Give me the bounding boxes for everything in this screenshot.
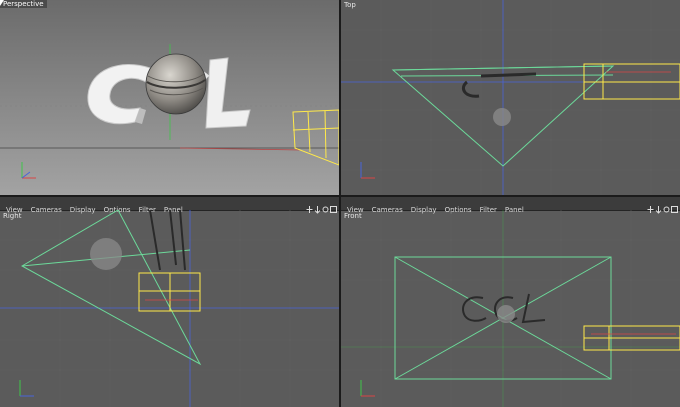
perspective-viewport[interactable]: Perspective: [0, 0, 339, 195]
viewport-title: Right: [3, 212, 22, 220]
top-viewport[interactable]: Top: [341, 0, 680, 195]
viewport-divider-horizontal[interactable]: [0, 195, 680, 197]
rotate-view-icon[interactable]: [322, 199, 329, 213]
viewport-divider-vertical[interactable]: [339, 0, 341, 407]
move-view-icon[interactable]: [647, 199, 654, 213]
cursor-icon: [0, 0, 4, 6]
zoom-view-icon[interactable]: [314, 199, 321, 214]
front-scene[interactable]: [341, 210, 680, 407]
viewport-title: Front: [344, 212, 362, 220]
viewport-menubar: View Cameras Display Options Filter Panel: [341, 197, 680, 214]
maximize-view-icon[interactable]: [330, 199, 337, 213]
move-view-icon[interactable]: [306, 199, 313, 213]
camera-selection-box: [583, 63, 680, 100]
right-viewport[interactable]: View Cameras Display Options Filter Panel: [0, 197, 339, 407]
camera-selection-box: [138, 272, 201, 312]
viewport-title: Perspective: [0, 0, 47, 8]
axis-gizmo: [360, 380, 375, 397]
viewport-title: Top: [344, 1, 356, 9]
axis-gizmo: [19, 380, 34, 397]
viewport-menubar: View Cameras Display Options Filter Panel: [0, 197, 339, 214]
right-scene[interactable]: [0, 210, 339, 407]
perspective-scene[interactable]: [0, 0, 339, 195]
front-viewport[interactable]: View Cameras Display Options Filter Panel: [341, 197, 680, 407]
top-scene[interactable]: [341, 0, 680, 195]
zoom-view-icon[interactable]: [655, 199, 662, 214]
camera-selection-box: [583, 325, 680, 351]
rotate-view-icon[interactable]: [663, 199, 670, 213]
maximize-view-icon[interactable]: [671, 199, 678, 213]
